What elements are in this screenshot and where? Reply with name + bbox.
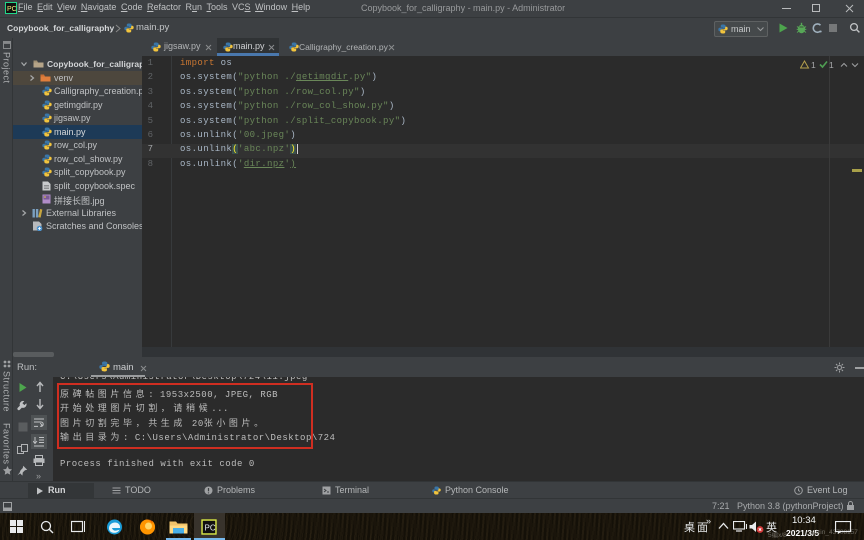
svg-text:PC: PC [205,524,216,533]
svg-text:PC: PC [7,6,17,13]
svg-text:1: 1 [829,60,834,70]
svg-text:1: 1 [811,60,816,70]
